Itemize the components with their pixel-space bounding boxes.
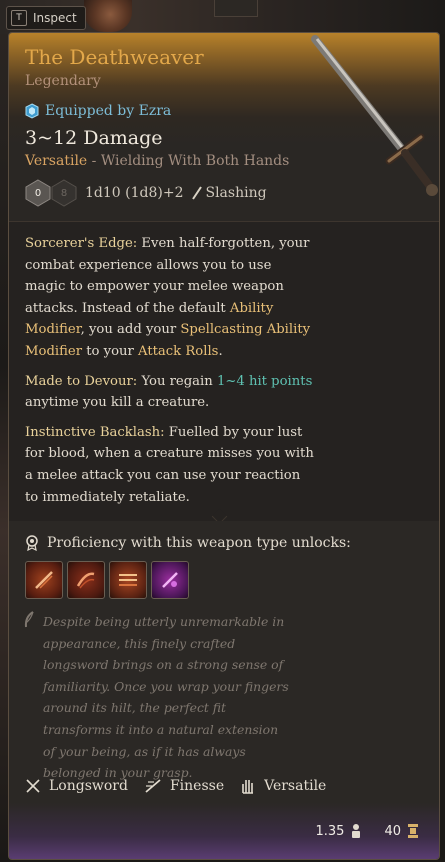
passive-title: Instinctive Backlash: bbox=[25, 424, 165, 440]
passive-text: You regain bbox=[137, 373, 217, 389]
damage-type: Slashing bbox=[205, 185, 267, 201]
weight-icon bbox=[352, 824, 361, 838]
longsword-type-icon bbox=[26, 779, 40, 793]
damage-formula: 1d10 (1d8)+2 bbox=[85, 185, 184, 201]
quill-icon bbox=[24, 611, 34, 628]
item-rarity: Legendary bbox=[25, 73, 101, 89]
die-icon: 8 bbox=[51, 179, 77, 207]
item-description: Sorcerer's Edge: Even half-forgotten, yo… bbox=[25, 233, 315, 516]
lacerate-action-icon[interactable] bbox=[67, 561, 105, 599]
equipped-by: Equipped by Ezra bbox=[25, 103, 171, 119]
pommel-strike-action-icon[interactable] bbox=[109, 561, 147, 599]
damage-range: 3~12 Damage bbox=[25, 127, 163, 149]
damage-dice-row: 0 8 1d10 (1d8)+2 Slashing bbox=[25, 179, 267, 207]
passive-text: , you add your bbox=[80, 322, 181, 338]
item-tooltip: The Deathweaver Legendary Equipped by Ez… bbox=[8, 32, 440, 860]
inspect-button[interactable]: T Inspect bbox=[6, 6, 86, 30]
item-stats: 1.35 40 bbox=[316, 823, 420, 839]
equipped-icon bbox=[25, 103, 39, 119]
inspect-keybind: T bbox=[11, 10, 27, 26]
item-weight: 1.35 bbox=[315, 823, 345, 839]
flavor-text: Despite being utterly unremarkable in ap… bbox=[43, 614, 289, 781]
weapon-properties: Longsword Finesse Versatile bbox=[25, 777, 326, 795]
die-value: 8 bbox=[60, 187, 68, 199]
dice-group: 0 8 bbox=[25, 179, 77, 207]
background-edge bbox=[0, 34, 8, 862]
passive-text: to your bbox=[82, 343, 139, 359]
property-finesse[interactable]: Finesse bbox=[144, 778, 224, 794]
versatile-hand-icon bbox=[242, 780, 254, 794]
passive-text: anytime you kill a creature. bbox=[25, 395, 210, 411]
longsword-icon bbox=[311, 35, 438, 196]
item-slot-thumbnail[interactable] bbox=[214, 0, 258, 17]
proficiency-icon bbox=[26, 535, 38, 551]
proficiency-header: Proficiency with this weapon type unlock… bbox=[25, 535, 351, 551]
bleed-action-icon[interactable] bbox=[151, 561, 189, 599]
versatile-line: Versatile - Wielding With Both Hands bbox=[25, 153, 289, 169]
passive-sorcerers-edge: Sorcerer's Edge: Even half-forgotten, yo… bbox=[25, 233, 315, 363]
property-label: Longsword bbox=[49, 778, 128, 794]
attack-rolls-link[interactable]: Attack Rolls bbox=[138, 344, 218, 359]
die-value: 0 bbox=[34, 187, 42, 199]
slashing-icon bbox=[191, 186, 203, 200]
passive-text: . bbox=[218, 343, 223, 359]
passive-made-to-devour: Made to Devour: You regain 1~4 hit point… bbox=[25, 371, 315, 414]
gold-coin-icon bbox=[408, 824, 418, 838]
die-icon: 0 bbox=[25, 179, 51, 207]
versatile-detail: - Wielding With Both Hands bbox=[87, 153, 290, 169]
passive-title: Sorcerer's Edge: bbox=[25, 236, 138, 251]
property-versatile[interactable]: Versatile bbox=[240, 777, 326, 795]
finesse-icon bbox=[145, 779, 161, 793]
item-name: The Deathweaver bbox=[25, 45, 204, 69]
passive-instinctive-backlash: Instinctive Backlash: Fuelled by your lu… bbox=[25, 422, 315, 508]
character-portrait[interactable] bbox=[84, 0, 132, 32]
property-label: Versatile bbox=[264, 778, 327, 794]
proficiency-label: Proficiency with this weapon type unlock… bbox=[47, 535, 351, 551]
equipped-label: Equipped by Ezra bbox=[45, 103, 172, 119]
flavor-section: Despite being utterly unremarkable in ap… bbox=[23, 611, 293, 784]
passive-title: Made to Devour: bbox=[25, 373, 138, 389]
inspect-label: Inspect bbox=[33, 11, 77, 25]
cleave-action-icon[interactable] bbox=[25, 561, 63, 599]
versatile-keyword[interactable]: Versatile bbox=[25, 153, 87, 169]
item-value: 40 bbox=[384, 823, 401, 839]
hit-points-link[interactable]: 1~4 hit points bbox=[217, 374, 312, 389]
property-longsword[interactable]: Longsword bbox=[25, 778, 128, 794]
weapon-actions bbox=[25, 561, 189, 599]
property-label: Finesse bbox=[169, 778, 225, 794]
